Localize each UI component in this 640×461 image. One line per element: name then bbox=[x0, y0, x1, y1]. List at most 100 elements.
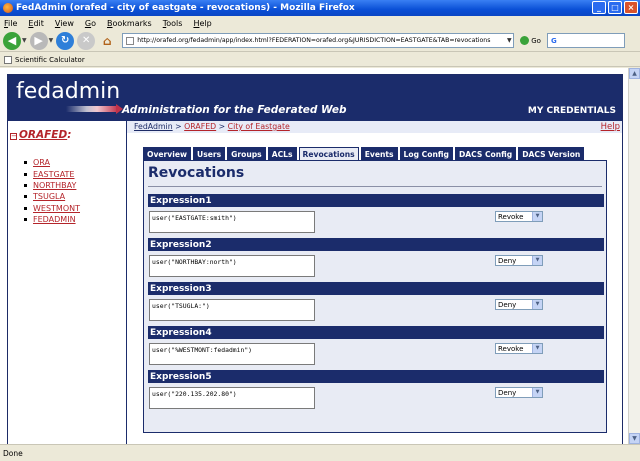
action-select-value: Revoke bbox=[498, 212, 524, 221]
my-credentials-link[interactable]: MY CREDENTIALS bbox=[528, 106, 616, 116]
federation-link[interactable]: ORAFED bbox=[19, 129, 67, 141]
url-dropdown-icon[interactable]: ▼ bbox=[504, 33, 514, 48]
tab-log-config[interactable]: Log Config bbox=[399, 147, 453, 160]
tab-overview[interactable]: Overview bbox=[143, 147, 192, 160]
jurisdiction-link-ora[interactable]: ORA bbox=[33, 158, 50, 167]
federation-colon: : bbox=[67, 129, 72, 141]
help-link[interactable]: Help bbox=[601, 122, 620, 132]
panel-title: Revocations bbox=[148, 165, 245, 181]
expression-block: Expression5 user("220.135.202.80") Deny ▼ bbox=[148, 370, 604, 413]
page-header: fedadmin Administration for the Federate… bbox=[8, 75, 622, 121]
page-icon bbox=[126, 37, 135, 45]
jurisdiction-link-eastgate[interactable]: EASTGATE bbox=[33, 170, 74, 179]
expression-label: Expression5 bbox=[148, 370, 604, 383]
back-arrow-icon[interactable]: ◀ bbox=[3, 31, 21, 50]
jurisdiction-link-northbay[interactable]: NORTHBAY bbox=[33, 181, 76, 190]
expression-block: Expression3 user("TSUGLA:") Deny ▼ bbox=[148, 282, 604, 325]
reload-icon[interactable]: ↻ bbox=[56, 31, 75, 50]
tab-dacs-version[interactable]: DACS Version bbox=[518, 147, 585, 160]
breadcrumb-fedadmin[interactable]: FedAdmin bbox=[134, 122, 173, 131]
tab-dacs-config[interactable]: DACS Config bbox=[454, 147, 517, 160]
jurisdiction-link-fedadmin[interactable]: FEDADMIN bbox=[33, 215, 76, 224]
list-item: NORTHBAY bbox=[24, 180, 80, 191]
expression-input[interactable]: user("NORTHBAY:north") bbox=[149, 255, 315, 277]
main-content: FedAdmin > ORAFED > City of Eastgate Hel… bbox=[127, 121, 622, 444]
scroll-up-icon[interactable]: ▲ bbox=[629, 68, 640, 79]
jurisdiction-list: ORA EASTGATE NORTHBAY TSUGLA WESTMONT FE… bbox=[24, 157, 80, 225]
fedadmin-logo: fedadmin bbox=[16, 79, 121, 104]
url-bar[interactable]: http://orafed.org/fedadmin/app/index.htm… bbox=[122, 33, 515, 48]
federation-title: ORAFED: bbox=[19, 129, 71, 141]
breadcrumb-city-of-eastgate[interactable]: City of Eastgate bbox=[228, 122, 290, 131]
stop-icon[interactable]: ✕ bbox=[77, 31, 96, 50]
close-button[interactable]: × bbox=[624, 1, 638, 14]
bookmarks-toolbar: Scientific Calculator bbox=[0, 53, 640, 67]
action-select[interactable]: Deny ▼ bbox=[495, 255, 543, 266]
revocations-panel: Revocations Expression1 user("EASTGATE:s… bbox=[143, 160, 607, 433]
collapse-icon[interactable]: − bbox=[10, 133, 17, 140]
expression-input[interactable]: user("EASTGATE:smith") bbox=[149, 211, 315, 233]
expression-input[interactable]: user("TSUGLA:") bbox=[149, 299, 315, 321]
action-select-value: Revoke bbox=[498, 344, 524, 353]
status-text: Done bbox=[3, 448, 23, 458]
breadcrumb-separator: > bbox=[216, 122, 228, 131]
menu-edit[interactable]: Edit bbox=[28, 19, 44, 28]
title-bar: FedAdmin (orafed - city of eastgate - re… bbox=[0, 0, 640, 16]
vertical-scrollbar[interactable]: ▲ ▼ bbox=[628, 68, 640, 444]
menu-bar: File Edit View Go Bookmarks Tools Help bbox=[0, 16, 640, 30]
menu-help[interactable]: Help bbox=[193, 19, 211, 28]
menu-file[interactable]: File bbox=[4, 19, 17, 28]
url-text: http://orafed.org/fedadmin/app/index.htm… bbox=[137, 37, 491, 44]
forward-dropdown-icon[interactable]: ▼ bbox=[49, 37, 54, 44]
go-button[interactable]: Go bbox=[520, 36, 541, 45]
tab-bar: Overview Users Groups ACLs Revocations E… bbox=[143, 147, 585, 160]
navigation-toolbar: ◀ ▼ ▶ ▼ ↻ ✕ ⌂ http://orafed.org/fedadmin… bbox=[0, 30, 640, 52]
scroll-down-icon[interactable]: ▼ bbox=[629, 433, 640, 444]
forward-arrow-icon[interactable]: ▶ bbox=[29, 31, 48, 50]
expression-input[interactable]: user("220.135.202.80") bbox=[149, 387, 315, 409]
tab-acls[interactable]: ACLs bbox=[267, 147, 297, 160]
expression-block: Expression2 user("NORTHBAY:north") Deny ▼ bbox=[148, 238, 604, 281]
chevron-down-icon[interactable]: ▼ bbox=[532, 300, 542, 309]
action-select[interactable]: Deny ▼ bbox=[495, 387, 543, 398]
tab-users[interactable]: Users bbox=[193, 147, 226, 160]
home-icon[interactable]: ⌂ bbox=[98, 32, 116, 50]
expression-block: Expression4 user("%WESTMONT:fedadmin") R… bbox=[148, 326, 604, 369]
expression-label: Expression3 bbox=[148, 282, 604, 295]
action-select-value: Deny bbox=[498, 388, 517, 397]
expression-label: Expression2 bbox=[148, 238, 604, 251]
expression-input[interactable]: user("%WESTMONT:fedadmin") bbox=[149, 343, 315, 365]
action-select[interactable]: Revoke ▼ bbox=[495, 343, 543, 354]
action-select[interactable]: Deny ▼ bbox=[495, 299, 543, 310]
search-input[interactable]: G bbox=[546, 33, 625, 48]
menu-bookmarks[interactable]: Bookmarks bbox=[107, 19, 152, 28]
window-title: FedAdmin (orafed - city of eastgate - re… bbox=[16, 3, 355, 13]
action-select-value: Deny bbox=[498, 300, 517, 309]
action-select-value: Deny bbox=[498, 256, 517, 265]
expression-label: Expression1 bbox=[148, 194, 604, 207]
breadcrumb-orafed[interactable]: ORAFED bbox=[184, 122, 216, 131]
list-item: EASTGATE bbox=[24, 168, 80, 179]
action-select[interactable]: Revoke ▼ bbox=[495, 211, 543, 222]
tab-groups[interactable]: Groups bbox=[227, 147, 266, 160]
menu-tools[interactable]: Tools bbox=[163, 19, 183, 28]
breadcrumb: FedAdmin > ORAFED > City of Eastgate Hel… bbox=[127, 121, 622, 133]
tab-revocations[interactable]: Revocations bbox=[298, 147, 359, 160]
menu-view[interactable]: View bbox=[55, 19, 74, 28]
jurisdiction-link-westmont[interactable]: WESTMONT bbox=[33, 204, 80, 213]
maximize-button[interactable]: □ bbox=[608, 1, 622, 14]
bookmark-scientific-calculator[interactable]: Scientific Calculator bbox=[15, 56, 85, 64]
chevron-down-icon[interactable]: ▼ bbox=[532, 344, 542, 353]
minimize-button[interactable]: _ bbox=[592, 1, 606, 14]
sidebar: − ORAFED: ORA EASTGATE NORTHBAY TSUGLA W… bbox=[8, 121, 127, 444]
chevron-down-icon[interactable]: ▼ bbox=[532, 388, 542, 397]
tab-events[interactable]: Events bbox=[360, 147, 398, 160]
chevron-down-icon[interactable]: ▼ bbox=[532, 212, 542, 221]
chevron-down-icon[interactable]: ▼ bbox=[532, 256, 542, 265]
menu-go[interactable]: Go bbox=[85, 19, 96, 28]
jurisdiction-link-tsugla[interactable]: TSUGLA bbox=[33, 192, 65, 201]
status-bar: Done bbox=[0, 444, 640, 461]
go-label: Go bbox=[531, 36, 541, 45]
list-item: TSUGLA bbox=[24, 191, 80, 202]
back-dropdown-icon[interactable]: ▼ bbox=[22, 37, 27, 44]
